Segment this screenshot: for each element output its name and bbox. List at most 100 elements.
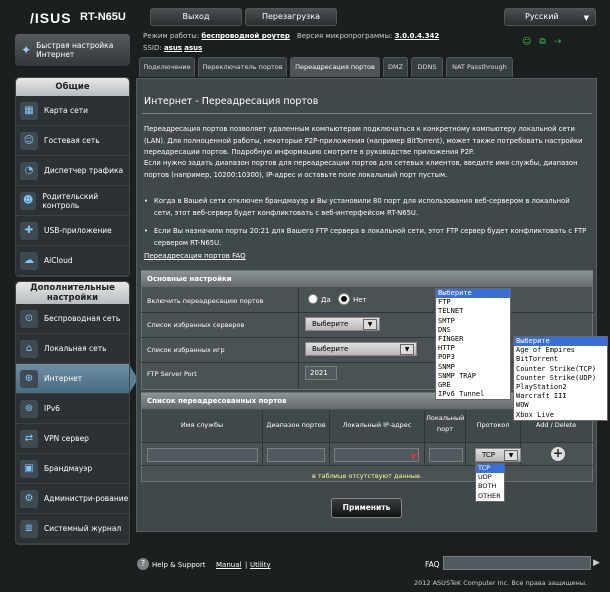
logout-button[interactable]: Выход — [150, 8, 242, 26]
tab-5[interactable]: NAT Passthrough — [446, 57, 513, 77]
server-option[interactable]: Выберите — [436, 289, 510, 299]
ssid-label: SSID: — [143, 44, 162, 52]
game-option[interactable]: PlayStation2 — [514, 383, 607, 392]
advanced-menu: Дополнительные настройки ⊙ Беспроводная с… — [15, 281, 130, 545]
game-option[interactable]: Выберите — [514, 337, 607, 347]
ftp-port-input[interactable]: 2021 — [305, 366, 337, 380]
basic-settings-header: Основные настройки — [141, 271, 593, 287]
sidebar-item-label: Брандмауэр — [44, 464, 93, 473]
tab-2[interactable]: Переадресация портов — [290, 57, 380, 77]
sidebar-item-label: Гостевая сеть — [44, 136, 100, 145]
server-option[interactable]: POP3 — [436, 353, 510, 362]
empty-table-message: в таблице отсутствуют данные. — [311, 472, 423, 480]
local-ip-input[interactable]: ▼ — [334, 448, 419, 462]
dropdown-arrow-icon[interactable]: ▼ — [411, 451, 416, 463]
protocol-option[interactable]: UDP — [476, 473, 504, 482]
op-mode-link[interactable]: беспроводной роутер — [201, 32, 290, 40]
faq-search-input[interactable] — [443, 556, 591, 570]
sidebar-item-traffic-manager[interactable]: ◔ Диспетчер трафика — [16, 156, 129, 186]
sidebar-item-label: USB-приложение — [44, 226, 112, 235]
user-status-icon[interactable]: ☺ — [522, 37, 531, 47]
sidebar-item-parental-control[interactable]: ☻ Родительский контроль — [16, 186, 129, 216]
sidebar-item-label: Карта сети — [44, 106, 89, 115]
lan-icon: ⌂ — [20, 339, 38, 358]
sidebar-item-lan[interactable]: ⌂ Локальная сеть — [16, 334, 129, 364]
game-option[interactable]: BitTorrent — [514, 355, 607, 364]
help-support-link[interactable]: Help & Support — [152, 561, 206, 569]
tab-0[interactable]: Подключение — [139, 57, 195, 77]
sidebar-item-wireless[interactable]: ⊙ Беспроводная сеть — [16, 304, 129, 334]
tab-3[interactable]: DMZ — [383, 57, 408, 77]
sidebar-item-internet[interactable]: ⊕ Интернет — [16, 364, 129, 394]
servers-select[interactable]: Выберите ▼ — [305, 317, 380, 331]
usb-status-icon[interactable]: ⇢ — [554, 37, 562, 47]
sidebar-item-syslog[interactable]: ≣ Системный журнал — [16, 514, 129, 544]
server-option[interactable]: FINGER — [436, 335, 510, 344]
server-option[interactable]: TELNET — [436, 307, 510, 316]
firmware-link[interactable]: 3.0.0.4.342 — [395, 32, 440, 40]
games-dropdown-list: Выберите Age of Empires BitTorrent Counter … — [513, 336, 608, 421]
op-mode-label: Режим работы: — [143, 32, 200, 40]
local-port-input[interactable] — [429, 448, 463, 462]
apply-button[interactable]: Применить — [331, 498, 402, 518]
server-option[interactable]: DNS — [436, 326, 510, 335]
language-select[interactable]: Русский ▼ — [504, 8, 596, 26]
games-select-value: Выберите — [312, 345, 349, 353]
sidebar-item-label: Родительский контроль — [42, 191, 99, 210]
game-option[interactable]: Counter Strike(UDP) — [514, 374, 607, 383]
utility-link[interactable]: Utility — [250, 561, 271, 569]
protocol-select[interactable]: TCP ▼ — [475, 448, 521, 462]
quick-internet-setup-button[interactable]: ✦ Быстрая настройка Интернет — [15, 34, 130, 66]
server-option[interactable]: IPv6 Tunnel — [436, 390, 510, 399]
protocol-option[interactable]: TCP — [476, 464, 504, 474]
sidebar-item-label: Беспроводная сеть — [44, 314, 121, 323]
enable-yes-radio[interactable] — [308, 294, 318, 304]
enable-no-radio[interactable] — [338, 293, 350, 305]
footer-faq-label: FAQ — [425, 560, 440, 569]
network-map-icon: ▦ — [20, 101, 38, 120]
port-range-input[interactable] — [267, 448, 325, 462]
protocol-option[interactable]: OTHER — [476, 492, 504, 501]
game-option[interactable]: Xbox Live — [514, 411, 607, 420]
server-option[interactable]: SMTP — [436, 317, 510, 326]
faq-link[interactable]: Переадресация портов FAQ — [144, 252, 246, 260]
game-option[interactable]: Counter Strike(TCP) — [514, 365, 607, 374]
sidebar-item-ipv6[interactable]: ⊛ IPv6 — [16, 394, 129, 424]
search-icon[interactable]: ▶ — [593, 558, 600, 568]
sidebar-item-guest-network[interactable]: ☺ Гостевая сеть — [16, 126, 129, 156]
server-option[interactable]: FTP — [436, 298, 510, 307]
sidebar-item-firewall[interactable]: ▣ Брандмауэр — [16, 454, 129, 484]
ssid-5g-link[interactable]: asus — [184, 44, 202, 52]
qis-label: Быстрая настройка Интернет — [36, 41, 114, 59]
game-option[interactable]: Warcraft III — [514, 392, 607, 401]
network-status-icon[interactable]: ⧉ — [539, 37, 545, 47]
tab-4[interactable]: DDNS — [411, 57, 443, 77]
sidebar-item-admin[interactable]: ⚙ Администри-рование — [16, 484, 129, 514]
ftp-port-label: FTP Server Port — [147, 370, 197, 378]
server-option[interactable]: SNMP — [436, 363, 510, 372]
service-name-input[interactable] — [147, 448, 258, 462]
sidebar-item-label: Локальная сеть — [44, 344, 107, 353]
protocol-select-value: TCP — [482, 451, 495, 459]
reboot-button[interactable]: Перезагрузка — [245, 8, 337, 26]
tab-1[interactable]: Переключатель портов — [198, 57, 287, 77]
manual-link[interactable]: Manual — [216, 561, 241, 569]
firmware-info: Версия микропрограммы: 3.0.0.4.342 — [297, 32, 439, 40]
ssid-2g-link[interactable]: asus — [164, 44, 182, 52]
sidebar-item-aicloud[interactable]: ☁ AiCloud — [16, 246, 129, 276]
description-p2: Если нужно задать диапазон портов для пе… — [144, 159, 578, 179]
protocol-option[interactable]: BOTH — [476, 482, 504, 491]
sidebar-item-usb-app[interactable]: ✚ USB-приложение — [16, 216, 129, 246]
add-icon[interactable]: + — [551, 447, 565, 461]
server-option[interactable]: GRE — [436, 381, 510, 390]
game-option[interactable]: Age of Empires — [514, 346, 607, 355]
games-select[interactable]: Выберите ▼ — [305, 342, 417, 356]
sidebar-item-network-map[interactable]: ▦ Карта сети — [16, 96, 129, 126]
game-option[interactable]: WOW — [514, 401, 607, 410]
server-option[interactable]: HTTP — [436, 344, 510, 353]
server-option[interactable]: SNMP TRAP — [436, 372, 510, 381]
sidebar-item-vpn[interactable]: ⇄ VPN сервер — [16, 424, 129, 454]
admin-icon: ⚙ — [20, 489, 38, 508]
col-divider — [465, 410, 466, 465]
chevron-down-icon: ▼ — [504, 450, 518, 461]
